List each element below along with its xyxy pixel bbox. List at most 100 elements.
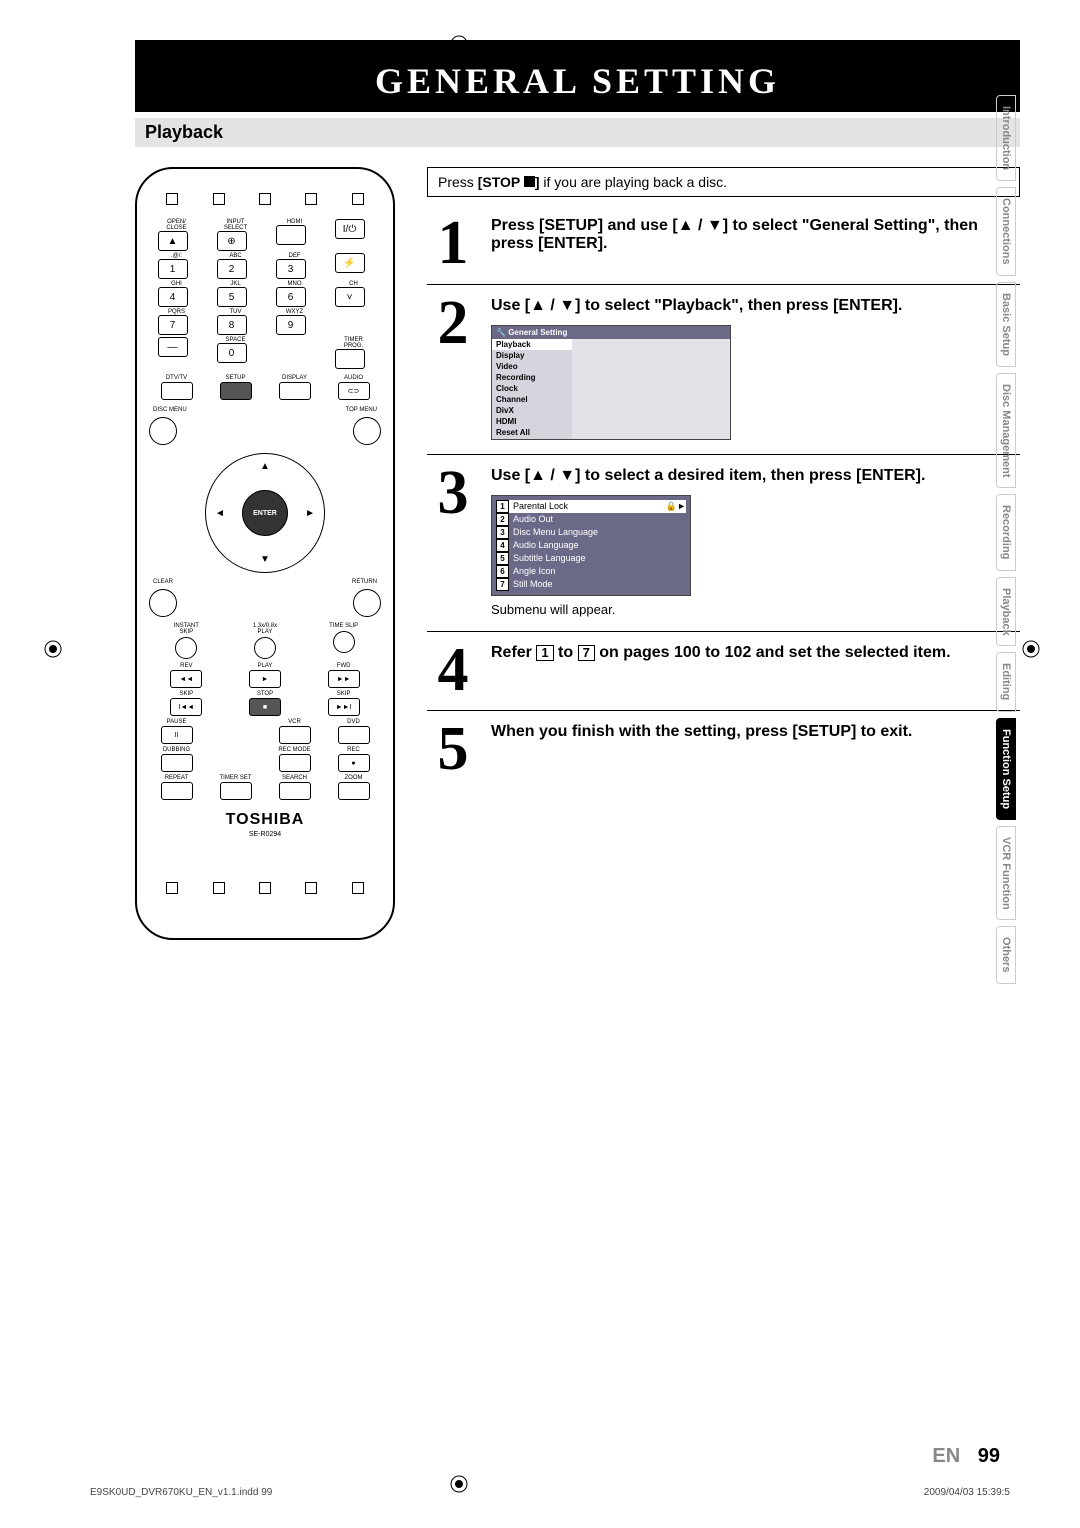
btn-dvd [338,726,370,744]
tab-function-setup: Function Setup [996,718,1016,820]
btn-ch-up-icon: ⚡ [335,253,365,273]
step-4-text: Refer 1 to 7 on pages 100 to 102 and set… [491,644,1020,662]
lbl-timer-prog: TIMER PROG. [335,337,373,349]
tool-icon: 🔧 [496,328,506,337]
btn-pause-icon: II [161,726,193,744]
btn-setup [220,382,252,400]
btn-num-5: 5 [217,287,247,307]
tab-others: Others [996,926,1016,983]
btn-skip-back-icon: I◄◄ [170,698,202,716]
intro-note: Press [STOP ]] if you are playing back a… [427,167,1020,197]
registration-mark-left [44,640,62,658]
tab-vcr-function: VCR Function [996,826,1016,921]
step-4-number: 4 [427,644,479,697]
tab-editing: Editing [996,652,1016,711]
btn-hdmi [276,225,306,245]
stop-icon [524,176,535,187]
submenu-disc-menu-lang: Disc Menu Language [513,527,598,537]
btn-power-icon: I/⏻ [335,219,365,239]
menu-item-video: Video [492,361,572,372]
btn-clear [149,589,177,617]
btn-num-7: 7 [158,315,188,335]
lbl-disc-menu: DISC MENU [153,407,187,413]
tab-playback: Playback [996,577,1016,647]
tab-connections: Connections [996,187,1016,276]
btn-disc-menu [149,417,177,445]
submenu-subtitle-lang: Subtitle Language [513,553,586,563]
step-3-number: 3 [427,467,479,617]
remote-illustration: OPEN/ CLOSE▲ INPUT SELECT⊕ HDMI I/⏻ .@/:… [135,167,395,940]
print-metadata: E9SK0UD_DVR670KU_EN_v1.1.indd 99 2009/04… [90,1487,1010,1498]
general-setting-menu-screenshot: 🔧 General Setting Playback Display Video… [491,325,731,440]
submenu-audio-out: Audio Out [513,514,553,524]
page-title: GENERAL SETTING [135,60,1020,102]
footer-lang: EN [932,1445,960,1467]
footer-page-number: 99 [978,1445,1000,1467]
submenu-parental-lock: Parental Lock [513,501,568,511]
btn-dtv-tv [161,382,193,400]
btn-num-0: 0 [217,343,247,363]
footer-timestamp: 2009/04/03 15:39:5 [924,1487,1010,1498]
tab-recording: Recording [996,494,1016,570]
nav-pad: ENTER ▲ ▼ ◄ ► [205,453,325,573]
btn-num-1: 1 [158,259,188,279]
btn-rec-mode [279,754,311,772]
section-title: Playback [135,118,1020,147]
step-1-number: 1 [427,217,479,270]
btn-zoom [338,782,370,800]
step-1: 1 Press [SETUP] and use [▲ / ▼] to selec… [427,213,1020,285]
btn-instant-skip [175,637,197,659]
lbl-top-menu: TOP MENU [346,407,377,413]
lbl-input-select: INPUT SELECT [217,219,255,231]
step-2-text: Use [▲ / ▼] to select "Playback", then p… [491,297,1020,315]
btn-return [353,589,381,617]
btn-stop-icon: ■ [249,698,281,716]
menu-item-display: Display [492,350,572,361]
playback-submenu-screenshot: 1Parental Lock🔒► 2Audio Out 3Disc Menu L… [491,495,691,596]
btn-time-slip [333,631,355,653]
side-tab-index: Introduction Connections Basic Setup Dis… [996,95,1020,990]
registration-mark-top [450,35,468,53]
nav-down-icon: ▼ [260,554,270,565]
lbl-return: RETURN [352,579,377,585]
btn-rev-icon: ◄◄ [170,670,202,688]
ref-box-1: 1 [536,645,553,661]
menu-item-recording: Recording [492,372,572,383]
btn-play-icon: ► [249,670,281,688]
tab-introduction: Introduction [996,95,1016,181]
btn-audio: ⊂⊃ [338,382,370,400]
step-3-note: Submenu will appear. [491,602,1020,617]
menu-item-channel: Channel [492,394,572,405]
btn-dash: — [158,337,188,357]
btn-skip-fwd-icon: ►►I [328,698,360,716]
btn-open-close-icon: ▲ [158,231,188,251]
lock-icon: 🔒► [666,501,686,512]
submenu-still-mode: Still Mode [513,579,553,589]
menu-item-hdmi: HDMI [492,416,572,427]
btn-num-3: 3 [276,259,306,279]
page-title-bar: GENERAL SETTING [135,40,1020,112]
footer-filename: E9SK0UD_DVR670KU_EN_v1.1.indd 99 [90,1487,272,1498]
step-2: 2 Use [▲ / ▼] to select "Playback", then… [427,293,1020,455]
lbl-open-close: OPEN/ CLOSE [158,219,196,231]
tab-disc-management: Disc Management [996,373,1016,489]
step-5: 5 When you finish with the setting, pres… [427,719,1020,790]
btn-input-select-icon: ⊕ [217,231,247,251]
ref-box-7: 7 [578,645,595,661]
btn-dubbing [161,754,193,772]
menu-item-reset-all: Reset All [492,427,572,438]
step-1-text: Press [SETUP] and use [▲ / ▼] to select … [491,217,1020,253]
menu-item-clock: Clock [492,383,572,394]
btn-num-9: 9 [276,315,306,335]
page-footer: EN 99 [932,1445,1000,1468]
step-5-number: 5 [427,723,479,776]
step-2-number: 2 [427,297,479,440]
btn-speed-play [254,637,276,659]
btn-num-6: 6 [276,287,306,307]
remote-brand: TOSHIBA [149,811,381,829]
btn-num-2: 2 [217,259,247,279]
submenu-audio-lang: Audio Language [513,540,579,550]
menu-item-playback: Playback [492,339,572,350]
submenu-angle-icon: Angle Icon [513,566,556,576]
step-3-text: Use [▲ / ▼] to select a desired item, th… [491,467,1020,485]
